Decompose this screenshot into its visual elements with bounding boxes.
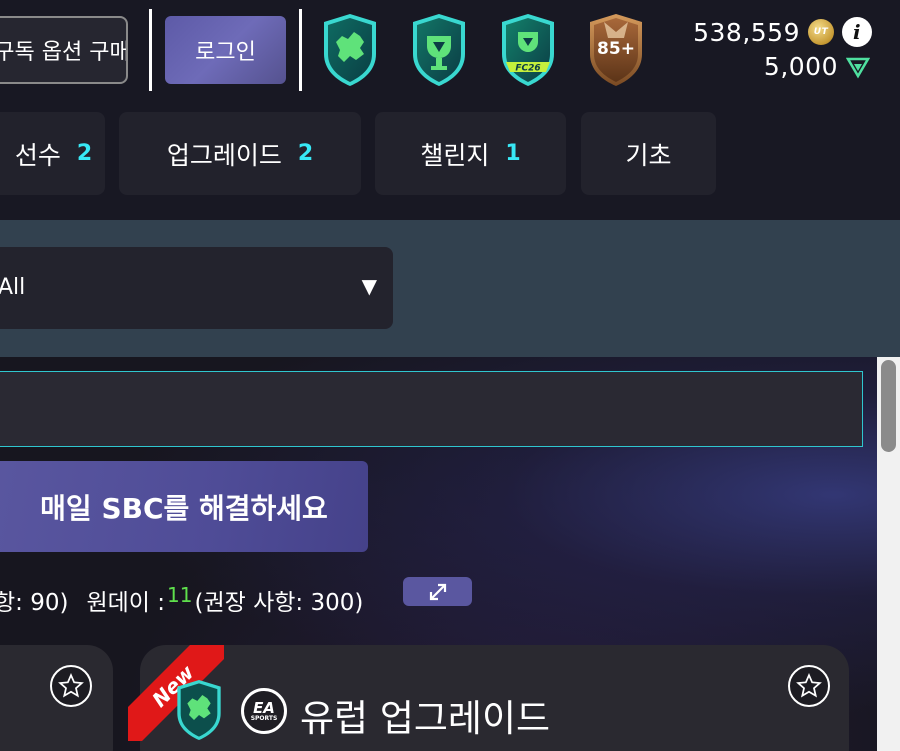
- tab-label: 선수: [14, 140, 61, 170]
- europe-shield-icon[interactable]: [320, 12, 380, 88]
- recommended-text: (권장 사항: 300): [194, 590, 364, 616]
- scrollbar-thumb[interactable]: [881, 360, 896, 452]
- subscription-purchase-button[interactable]: 구독 옵션 구매: [0, 16, 128, 84]
- 85-plus-pack-icon[interactable]: 85+: [586, 12, 646, 88]
- tab-challenges[interactable]: 챌린지 1: [375, 112, 566, 195]
- filter-bar: All ▼: [0, 220, 900, 357]
- coin-amount: 538,559: [693, 17, 800, 47]
- favorite-star-icon[interactable]: [788, 665, 830, 707]
- login-button[interactable]: 로그인: [165, 16, 286, 84]
- europe-shield-icon: [174, 678, 224, 742]
- oneday-label: 원데이 :: [86, 590, 166, 616]
- tab-count: 2: [297, 141, 314, 166]
- oneday-count: 11: [167, 583, 193, 607]
- card-title: 유럽 업그레이드: [300, 697, 551, 740]
- tab-label: 업그레이드: [166, 140, 282, 170]
- tab-upgrades[interactable]: 업그레이드 2: [119, 112, 361, 195]
- point-balance: 5,000: [763, 52, 871, 81]
- tab-label: 기초: [625, 140, 672, 170]
- dropdown-selected-value: All: [0, 275, 26, 300]
- header-divider: [149, 9, 152, 91]
- stats-line: 항: 90) 원데이 : 11 (권장 사항: 300): [0, 583, 363, 617]
- tab-count: 2: [76, 141, 93, 166]
- favorite-star-icon[interactable]: [50, 665, 92, 707]
- coin-balance: 538,559 UT i: [693, 17, 872, 47]
- fc-points-icon: [845, 55, 871, 79]
- scrollbar[interactable]: [877, 357, 900, 751]
- expand-button[interactable]: [403, 577, 472, 606]
- info-icon[interactable]: i: [842, 17, 872, 47]
- subscription-purchase-label: 구독 옵션 구매: [0, 40, 128, 65]
- pack-rating-text: 85+: [597, 39, 635, 59]
- header-divider: [299, 9, 302, 91]
- fc26-shield-icon[interactable]: FC26: [498, 12, 558, 88]
- daily-sbc-button[interactable]: 매일 SBC를 해결하세요: [0, 461, 368, 552]
- expand-icon: [429, 583, 446, 600]
- svg-text:FC26: FC26: [515, 64, 540, 74]
- tab-count: 1: [505, 141, 521, 166]
- daily-sbc-label: 매일 SBC를 해결하세요: [40, 491, 328, 525]
- upgrade-shield-icon[interactable]: [409, 12, 469, 88]
- chevron-down-icon: ▼: [361, 274, 377, 298]
- category-dropdown[interactable]: All ▼: [0, 247, 393, 329]
- login-label: 로그인: [195, 40, 256, 65]
- point-amount: 5,000: [763, 52, 838, 81]
- coin-icon: UT: [808, 19, 834, 45]
- search-input[interactable]: [0, 371, 863, 447]
- tab-basics[interactable]: 기초: [581, 112, 716, 195]
- tab-label: 챌린지: [420, 140, 490, 170]
- tab-players[interactable]: 선수 2: [0, 112, 105, 195]
- stats-prefix: 항: 90): [0, 590, 69, 616]
- ea-sports-logo: EA SPORTS: [241, 688, 287, 734]
